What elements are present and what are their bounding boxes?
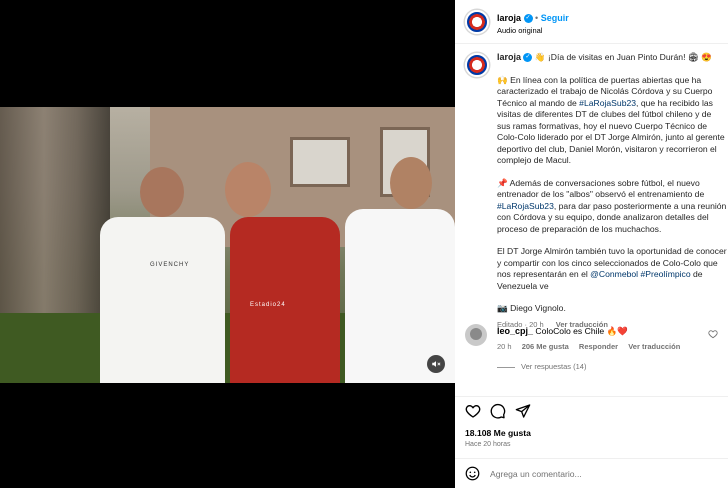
- speaker-muted-icon: [432, 361, 441, 367]
- post-caption: laroja ✓ 👋 ¡Día de visitas en Juan Pinto…: [497, 52, 727, 329]
- post-header: laroja ✓ • Seguir Audio original: [455, 0, 728, 44]
- caption-title: ¡Día de visitas en Juan Pinto Durán!: [547, 52, 686, 62]
- see-replies-button[interactable]: Ver respuestas (14): [497, 362, 586, 371]
- jersey-sponsor-text: Estadio24: [250, 302, 286, 308]
- camera-emoji-icon: 📷: [497, 303, 508, 313]
- hashtag-link[interactable]: #Preolímpico: [640, 269, 690, 279]
- hashtag-link[interactable]: #LaRojaSub23: [579, 98, 636, 108]
- verified-badge-icon: ✓: [523, 53, 533, 63]
- fire-heart-emoji-icon: 🔥❤️: [606, 326, 629, 336]
- post-time: Hace 20 horas: [465, 441, 511, 448]
- mention-link[interactable]: @Conmebol: [590, 269, 638, 279]
- hashtag-link[interactable]: #LaRojaSub23: [497, 201, 554, 211]
- comment-like-heart-icon[interactable]: [708, 329, 718, 339]
- person-red-jersey: Estadio24: [215, 162, 340, 383]
- post-side-panel: laroja ✓ • Seguir Audio original laroja …: [455, 0, 728, 488]
- wave-emoji-icon: 👋: [534, 52, 546, 62]
- like-count[interactable]: 18.108 Me gusta: [465, 428, 531, 438]
- comment-translation-link[interactable]: Ver traducción: [628, 342, 680, 351]
- comment-text: ColoColo es Chile: [535, 326, 605, 336]
- comment-avatar[interactable]: [465, 324, 487, 346]
- add-comment-input[interactable]: Agrega un comentario...: [490, 469, 582, 479]
- pin-emoji-icon: 📌: [497, 177, 508, 188]
- emoji-icons: 🏟 😍: [687, 52, 712, 62]
- post-video[interactable]: GIVENCHY Estadio24: [0, 107, 455, 383]
- person-white-shirt-right: [335, 157, 455, 383]
- verified-badge-icon: ✓: [523, 14, 533, 24]
- comment-username[interactable]: leo_cpj_: [497, 326, 533, 336]
- emoji-smiley-icon[interactable]: [465, 466, 480, 481]
- mute-button[interactable]: [427, 355, 445, 373]
- person-white-shirt-left: GIVENCHY: [95, 167, 230, 383]
- add-comment-bar: Agrega un comentario...: [455, 458, 728, 488]
- caption-avatar[interactable]: [465, 53, 489, 77]
- caption-username[interactable]: laroja: [497, 52, 521, 62]
- comment-time: 20 h: [497, 342, 512, 351]
- reply-button[interactable]: Responder: [579, 342, 618, 351]
- raised-hands-emoji-icon: 🙌: [497, 74, 508, 85]
- share-send-icon[interactable]: [515, 403, 531, 419]
- follow-button[interactable]: Seguir: [541, 13, 569, 23]
- header-username[interactable]: laroja: [497, 13, 521, 23]
- comment-likes[interactable]: 206 Me gusta: [522, 342, 569, 351]
- media-pane: GIVENCHY Estadio24: [0, 0, 455, 488]
- photo-credit: Diego Vignolo.: [510, 303, 566, 313]
- shirt-brand-text: GIVENCHY: [150, 262, 190, 268]
- profile-avatar[interactable]: [465, 10, 489, 34]
- like-heart-icon[interactable]: [465, 403, 481, 419]
- comment-bubble-icon[interactable]: [490, 403, 506, 419]
- audio-label[interactable]: Audio original: [497, 26, 542, 35]
